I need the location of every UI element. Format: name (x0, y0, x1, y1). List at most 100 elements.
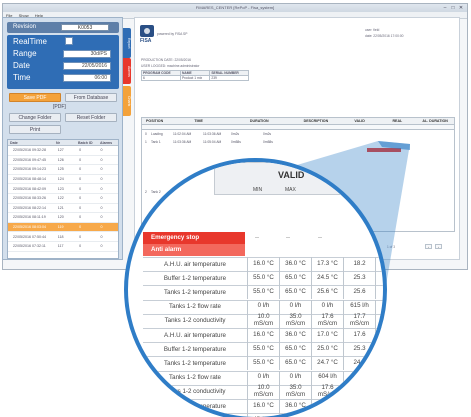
fisa-logo: FISA (140, 25, 154, 44)
file-list-cell: 22/05/2016 09:14:23 (13, 167, 46, 172)
zoom-cell-extra: 25.6 (344, 285, 376, 300)
save-pdf-button[interactable]: Save PDF (9, 93, 61, 102)
range-select[interactable]: 30d/PS (63, 50, 111, 58)
file-list-row[interactable]: 22/05/2016 07:50:44 118 0 0 (8, 232, 118, 242)
realtime-checkbox[interactable] (65, 37, 73, 45)
th-valid: VALID (354, 119, 365, 123)
file-list-cell: 0 (79, 157, 82, 162)
file-list-row[interactable]: 22/05/2016 08:33:26 122 0 0 (8, 194, 118, 204)
valid-header: VALID (278, 170, 305, 180)
zoom-cell-min: 0 l/h (248, 299, 280, 314)
tab-charts[interactable]: Charts (123, 86, 131, 116)
window-title: FIMARES_CENTER [RePoP - Fisa_system] (195, 5, 275, 10)
brand-subtitle: powered by FISA SP (157, 32, 188, 36)
print-button[interactable]: Print (9, 125, 61, 134)
file-list-cell: 22/05/2016 08:03:04 (13, 225, 46, 230)
range-label: Range (13, 49, 37, 58)
file-list-row[interactable]: 22/05/2016 08:03:04 119 0 0 (8, 222, 118, 233)
file-list-cell: 123 (57, 186, 64, 191)
file-list-cell: 120 (57, 215, 64, 220)
file-list-cell: 0 (79, 244, 82, 249)
close-icon[interactable]: ✕ (457, 5, 465, 11)
file-list-cell: 0 (100, 225, 103, 230)
next-page-button[interactable]: › (435, 244, 442, 249)
report-user: user: field (365, 28, 380, 32)
file-list-row[interactable]: 22/05/2016 09:32:28 127 0 0 (8, 146, 118, 156)
zoom-cell-real: 0 l/h (312, 299, 344, 314)
file-list-row[interactable]: 22/05/2016 08:11:19 120 0 0 (8, 213, 118, 223)
th-duration: DURATION (249, 119, 269, 123)
tab-report[interactable]: Report (123, 28, 131, 58)
step-name: Loading (151, 132, 163, 136)
zoom-cell-real: 17.3 °C (312, 399, 344, 413)
zoom-cell-label: Buffer 1-2 temperature (143, 342, 248, 357)
reset-folder-button[interactable]: Reset Folder (65, 113, 117, 122)
time-field[interactable]: 06:00 (63, 74, 111, 82)
zoom-cell-extra: 24.7 (344, 356, 376, 371)
maximize-icon[interactable]: □ (449, 5, 457, 11)
th-al-duration: AL. DURATION (422, 119, 448, 123)
time-label: Time (13, 73, 31, 82)
file-list-row[interactable]: 22/05/2016 07:32:11 117 0 0 (8, 242, 118, 252)
zoom-cell-max: 55.5 °C (280, 413, 312, 417)
zoom-cell-min: 10.0 mS/cm (248, 314, 280, 328)
zoom-cell-min: 16.0 °C (248, 328, 280, 342)
file-list-row[interactable]: 22/05/2016 08:42:09 123 0 0 (8, 184, 118, 194)
file-list-cell: 0 (100, 167, 103, 172)
title-bar: FIMARES_CENTER [RePoP - Fisa_system] – □… (3, 4, 467, 12)
zoom-cell-label: Tanks 1-2 conductivity (143, 313, 248, 328)
zoom-cell-label: A.H.U. air temperature (143, 328, 248, 342)
zoom-cell-real: 604 l/h (312, 370, 344, 385)
zoom-cell-label: Tank 3 temperature (143, 413, 248, 417)
zoom-cell-max: 35.0 mS/cm (280, 385, 312, 399)
zoom-cell-extra: 17.2 (344, 399, 376, 413)
minimize-icon[interactable]: – (441, 5, 449, 11)
zoom-cell-label: Tanks 1-2 temperature (143, 285, 248, 300)
zoom-cell-label: Tanks 1-2 flow rate (143, 370, 248, 385)
date-field[interactable]: 22/05/2016 (63, 62, 111, 70)
zoom-row: Tanks 1-2 conductivity 10.0 mS/cm 35.0 mS/… (143, 314, 378, 328)
file-list-cell: 22/05/2016 09:47:45 (13, 157, 46, 162)
max-label: MAX (285, 187, 296, 193)
production-date: PRODUCTION DATE: 22/05/2016 (141, 58, 191, 62)
zoom-cell-min: 55.0 °C (248, 356, 280, 371)
file-list-cell: 22/05/2016 08:22:14 (13, 205, 46, 210)
file-list-row[interactable]: 22/05/2016 09:47:45 126 0 0 (8, 156, 118, 166)
file-list: Date Nr Batch ID Alarms 22/05/2016 09:32… (7, 139, 119, 259)
th-position: POSITION (146, 119, 164, 123)
from-database-button[interactable]: From Database (65, 93, 117, 102)
file-list-cell: 0 (100, 186, 103, 191)
zoom-cell-min: 0 l/h (248, 370, 280, 385)
zoom-cell-max: 65.0 °C (280, 285, 312, 300)
zoom-cell-max: 65.0 °C (280, 356, 312, 371)
change-folder-button[interactable]: Change Folder (9, 113, 61, 122)
zoom-cell-min: 55.0 °C (248, 342, 280, 357)
zoom-cell-max: 0 l/h (280, 370, 312, 385)
step-end: 11:03:36 AM (203, 132, 222, 136)
zoom-cell-real: 25.6 °C (312, 285, 344, 300)
file-list-cell: 0 (100, 234, 103, 239)
file-list-cell: 0 (79, 148, 82, 153)
file-list-cell: 0 (79, 205, 82, 210)
revision-select[interactable]: K0053 (61, 24, 109, 31)
zoom-cell-real: 17.6 mS/cm (312, 314, 344, 328)
zoom-cell-min: 45.0 °C (248, 413, 280, 417)
file-list-row[interactable]: 22/05/2016 08:48:14 124 0 0 (8, 175, 118, 185)
zoom-cell-max: 65.0 °C (280, 342, 312, 357)
tab-alarms[interactable]: Alarms (123, 58, 131, 84)
fisa-logo-icon (140, 25, 154, 37)
zoom-row: A.H.U. air temperature 16.0 °C 36.0 °C 17.3… (143, 399, 378, 413)
zoom-row: Tank 3 temperature45.0 °C55.5 °C22.5 °C (143, 413, 378, 417)
file-list-cell: 126 (57, 157, 64, 162)
file-list-cell: 118 (57, 234, 64, 239)
prev-page-button[interactable]: ‹ (425, 244, 432, 249)
zoom-cell-label: Tanks 1-2 conductivity (143, 384, 248, 399)
zoom-cell-label: Tanks 1-2 temperature (143, 356, 248, 371)
col-nr: Nr (56, 141, 60, 145)
file-list-cell: 0 (100, 244, 103, 249)
zoom-cell-max: 36.0 °C (280, 399, 312, 413)
file-list-row[interactable]: 22/05/2016 08:22:14 121 0 0 (8, 204, 118, 214)
file-list-cell: 22/05/2016 08:33:26 (13, 196, 46, 201)
file-list-cell: 22/05/2016 07:32:11 (13, 244, 46, 249)
file-list-row[interactable]: 22/05/2016 09:14:23 125 0 0 (8, 165, 118, 175)
